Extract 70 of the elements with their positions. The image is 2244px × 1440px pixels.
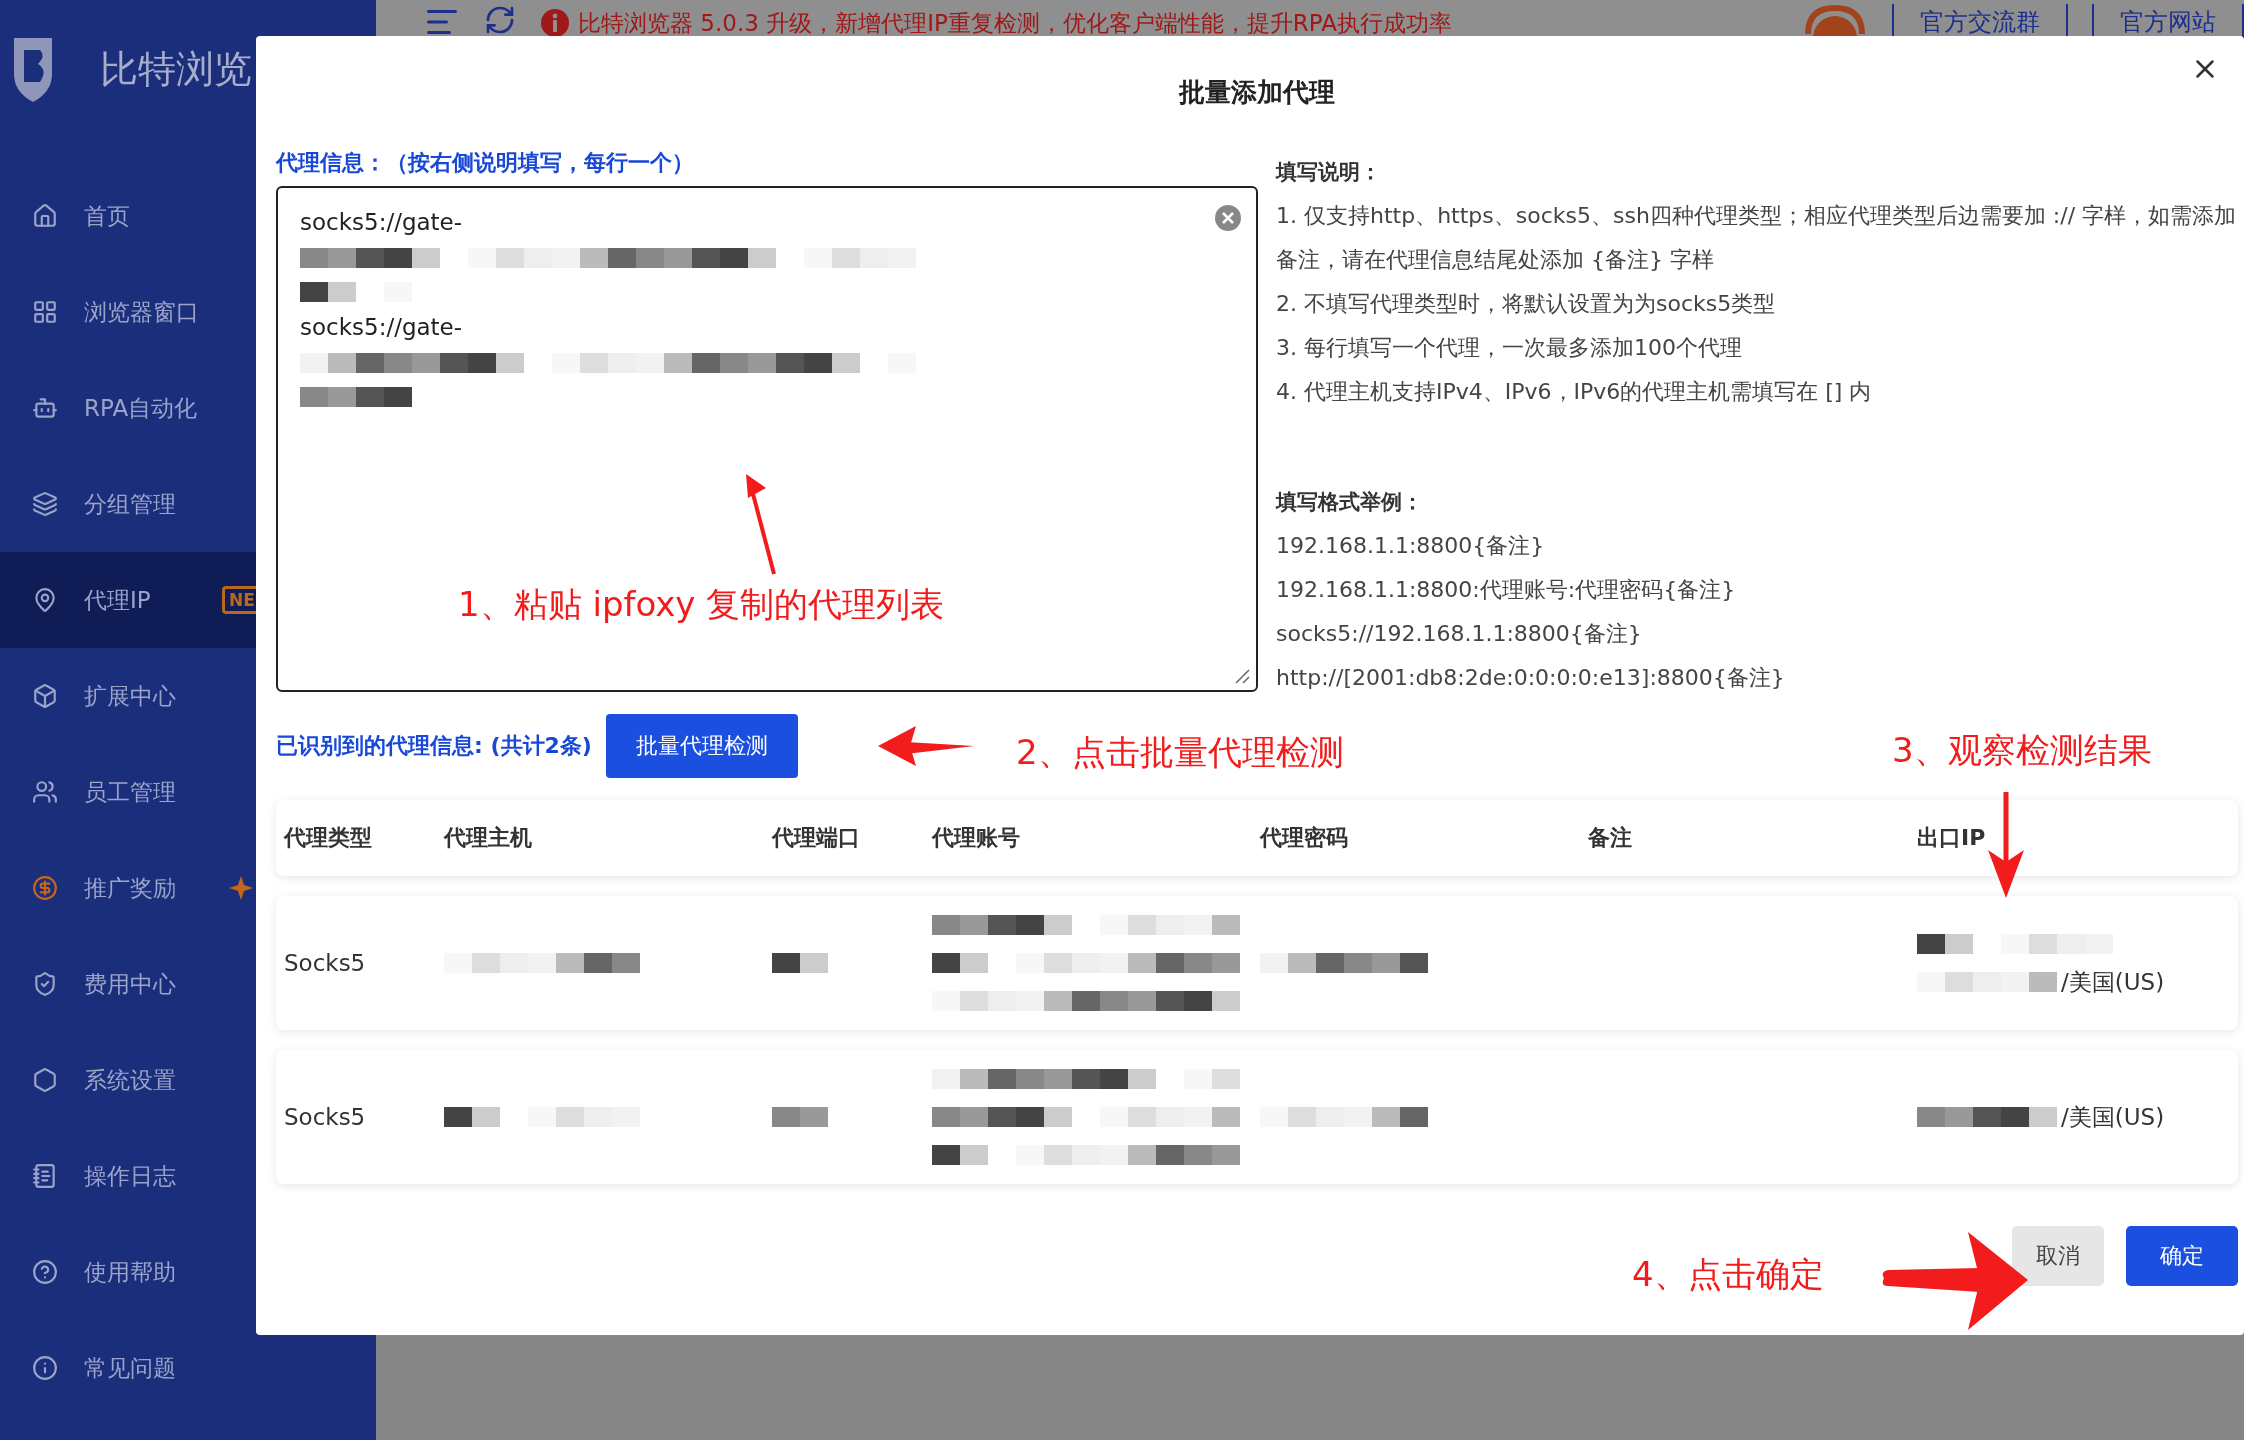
table-cell: Socks5 — [284, 950, 366, 976]
dialog-title: 批量添加代理 — [1179, 75, 1335, 109]
nav-label: 常见问题 — [84, 1353, 176, 1383]
users-icon — [32, 779, 58, 805]
help-text: 2. 不填写代理类型时，将默认设置为为socks5类型 — [1276, 290, 1777, 318]
annotation-text: 3、观察检测结果 — [1892, 729, 2152, 772]
grid-icon — [32, 299, 58, 325]
confirm-button[interactable]: 确定 — [2126, 1226, 2238, 1286]
layers-icon — [32, 491, 58, 517]
notebook-icon — [32, 1163, 58, 1189]
help-text: 4. 代理主机支持IPv4、IPv6，IPv6的代理主机需填写在 [] 内 — [1276, 378, 1873, 406]
nav-label: 浏览器窗口 — [84, 297, 199, 327]
help-text: 1. 仅支持http、https、socks5、ssh四种代理类型；相应代理类型后边需要加 :// 字样，如需添加备注，请在代理信息结尾处添加 {备注} 字样 — [1276, 202, 2238, 274]
table-cell-text: /美国(US) — [2061, 967, 2165, 997]
refresh-icon[interactable] — [484, 4, 516, 36]
proxy-line-text: socks5://gate- — [300, 313, 463, 342]
nav-label: 费用中心 — [84, 969, 176, 999]
column-header: 代理账号 — [932, 824, 1021, 852]
nav-label: 扩展中心 — [84, 681, 176, 711]
home-icon — [32, 203, 58, 229]
headset-icon[interactable] — [1802, 4, 1868, 38]
nav-label: 员工管理 — [84, 777, 176, 807]
nav-label: 使用帮助 — [84, 1257, 176, 1287]
nav-label: 代理IP — [84, 585, 151, 615]
nav-label: 首页 — [84, 201, 130, 231]
location-pin-icon — [32, 587, 58, 613]
help-text: 3. 每行填写一个代理，一次最多添加100个代理 — [1276, 334, 1743, 362]
cube-icon — [32, 683, 58, 709]
annotation-text: 2、点击批量代理检测 — [1016, 731, 1344, 774]
clear-icon[interactable] — [1214, 204, 1242, 232]
nav-label: 操作日志 — [84, 1161, 176, 1191]
coin-icon — [32, 875, 58, 901]
nav-item[interactable]: 常见问题 — [0, 1320, 376, 1416]
column-header: 代理类型 — [284, 824, 373, 852]
nav-label: 推广奖励 — [84, 873, 176, 903]
column-header: 代理密码 — [1260, 824, 1349, 852]
logo-text: 比特浏览 — [100, 45, 252, 93]
column-header: 代理主机 — [444, 824, 533, 852]
example-text: socks5://192.168.1.1:8800{备注} — [1276, 620, 1643, 648]
annotation-text: 1、粘贴 ipfoxy 复制的代理列表 — [458, 583, 945, 626]
nav-label: 分组管理 — [84, 489, 176, 519]
nav-item[interactable]: 使用帮助 — [0, 1224, 376, 1320]
column-header: 出口IP — [1917, 824, 1987, 852]
help-title: 填写说明： — [1276, 159, 1382, 186]
robot-icon — [32, 395, 58, 421]
field-label: 代理信息：（按右侧说明填写，每行一个） — [276, 149, 695, 177]
table-cell-text: /美国(US) — [2061, 1102, 2165, 1132]
help-icon — [32, 1259, 58, 1285]
example-text: http://[2001:db8:2de:0:0:0:0:e13]:8800{备注} — [1276, 664, 1786, 692]
example-text: 192.168.1.1:8800:代理账号:代理密码{备注} — [1276, 576, 1737, 604]
shield-icon — [32, 971, 58, 997]
table-cell: Socks5 — [284, 1104, 366, 1130]
resize-handle-icon[interactable] — [1234, 668, 1250, 684]
cancel-button[interactable]: 取消 — [2012, 1226, 2104, 1286]
proxy-line-text: socks5://gate- — [300, 208, 463, 237]
info-icon — [540, 8, 570, 38]
info-icon — [32, 1355, 58, 1381]
nav-item[interactable]: 操作日志 — [0, 1128, 376, 1224]
column-header: 代理端口 — [772, 824, 861, 852]
sparkle-icon — [228, 875, 254, 901]
column-header: 备注 — [1588, 824, 1633, 852]
nav-label: 系统设置 — [84, 1065, 176, 1095]
hexagon-icon — [32, 1067, 58, 1093]
batch-check-button[interactable]: 批量代理检测 — [605, 714, 798, 778]
example-title: 填写格式举例： — [1276, 489, 1424, 516]
nav-label: RPA自动化 — [84, 393, 198, 423]
recognized-count: 已识别到的代理信息: (共计2条) — [276, 732, 592, 760]
update-notice: 比特浏览器 5.0.3 升级，新增代理IP重复检测，优化客户端性能，提升RPA执行成功率 — [578, 9, 1452, 38]
annotation-text: 4、点击确定 — [1632, 1253, 1824, 1296]
example-text: 192.168.1.1:8800{备注} — [1276, 532, 1546, 560]
